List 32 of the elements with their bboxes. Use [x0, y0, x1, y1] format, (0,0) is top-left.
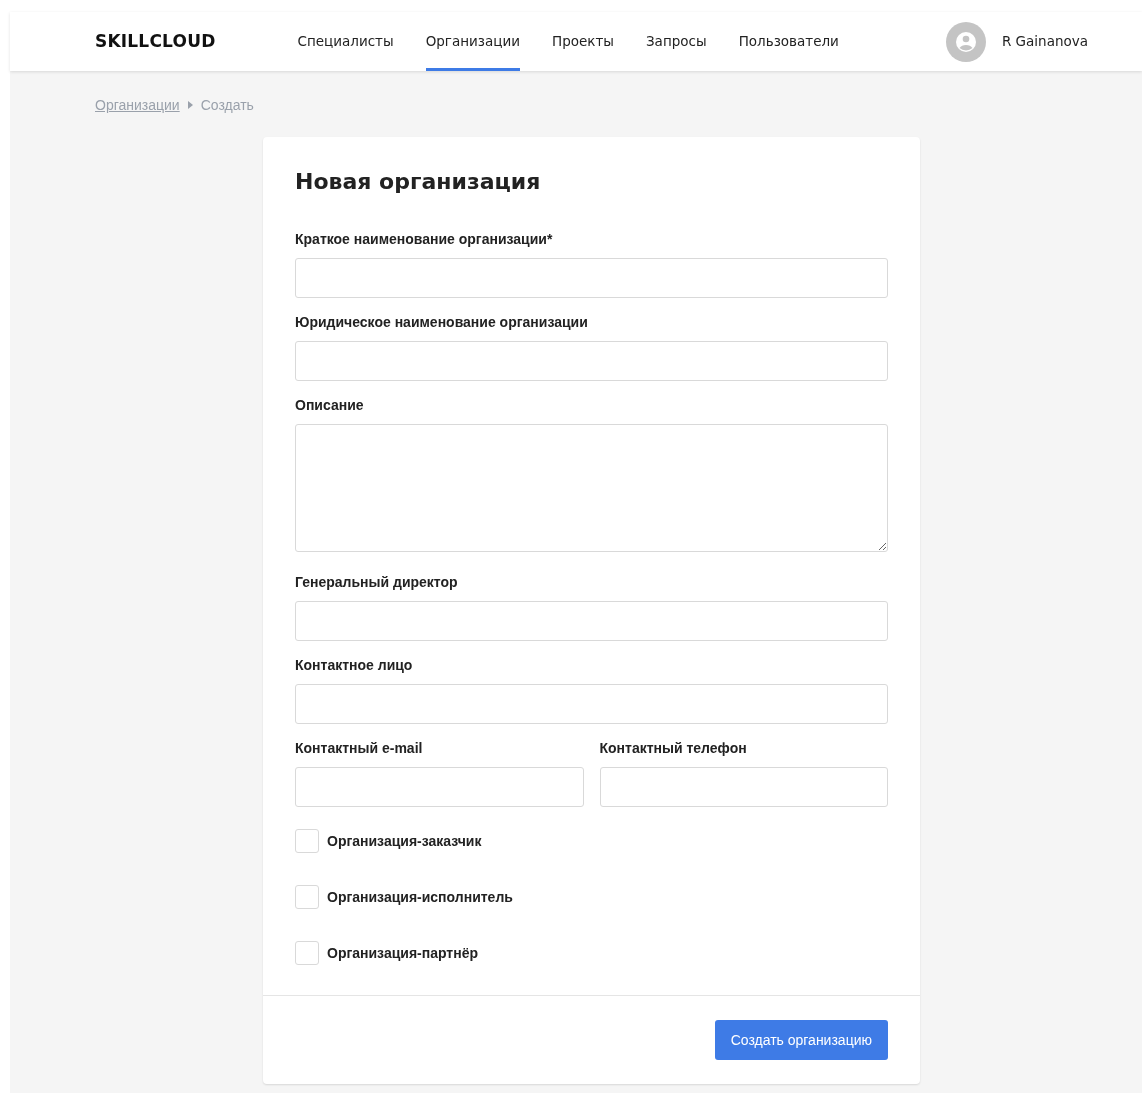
form-title: Новая организация — [295, 169, 542, 196]
field-label: Описание — [295, 396, 365, 416]
text-area[interactable] — [295, 424, 888, 553]
input-field[interactable] — [295, 601, 888, 642]
input-field[interactable] — [599, 767, 888, 808]
nav-tab[interactable]: Специалисты — [297, 12, 394, 71]
field-label: Контактный телефон — [599, 739, 748, 759]
submit-button[interactable]: Создать организацию — [714, 1020, 888, 1061]
field-label: Краткое наименование организации* — [295, 230, 554, 250]
checkbox-label: Организация-партнёр — [327, 943, 478, 963]
field-label: Контактный e-mail — [295, 739, 424, 759]
nav-tab[interactable]: Запросы — [645, 12, 707, 71]
nav-tab[interactable]: Пользователи — [738, 12, 839, 71]
caret-icon — [187, 101, 193, 109]
input-field[interactable] — [295, 258, 888, 299]
avatar-icon[interactable] — [945, 21, 986, 62]
breadcrumb-current: Создать — [200, 96, 254, 115]
user-name[interactable]: R Gainanova — [1001, 31, 1088, 52]
nav-tab[interactable]: Проекты — [552, 12, 614, 71]
checkbox-label: Организация-заказчик — [327, 831, 482, 851]
logo: SKILLCLOUD — [95, 29, 216, 53]
checkbox-label: Организация-исполнитель — [327, 887, 513, 907]
input-field[interactable] — [295, 341, 888, 382]
field-label: Контактное лицо — [295, 656, 414, 676]
checkbox[interactable] — [295, 885, 319, 910]
field-label: Юридическое наименование организации — [295, 313, 589, 333]
checkbox[interactable] — [295, 941, 319, 966]
checkbox[interactable] — [295, 829, 319, 854]
field-label: Генеральный директор — [295, 573, 459, 593]
nav-tab[interactable]: Организации — [425, 12, 520, 71]
input-field[interactable] — [295, 684, 888, 725]
input-field[interactable] — [295, 767, 584, 808]
